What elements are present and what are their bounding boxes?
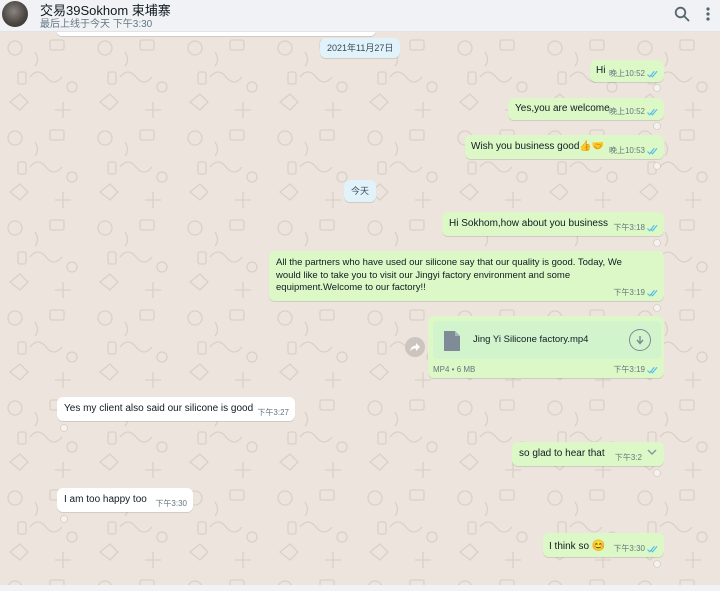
message-time: 下午3:2 xyxy=(614,453,642,462)
message-time: 晚上10:52 xyxy=(608,69,645,78)
message-meta: 下午3:19 xyxy=(613,287,658,298)
read-tick-icon xyxy=(647,289,658,297)
incoming-message[interactable]: Yes my client also said our silicone is … xyxy=(57,397,295,421)
message-time: 晚上10:53 xyxy=(608,146,645,155)
outgoing-message[interactable]: Yes,you are welcome 晚上10:52 xyxy=(508,98,664,120)
message-meta: 下午3:30 xyxy=(613,543,658,554)
chat-area[interactable]: 2021年11月27日 Hi 晚上10:52 Yes,you are welco… xyxy=(0,32,720,585)
read-tick-icon xyxy=(647,108,658,116)
file-icon xyxy=(444,331,460,351)
forward-icon xyxy=(410,343,420,352)
message-meta: 下午3:2 xyxy=(615,452,642,463)
message-line: All the partners who have used our silic… xyxy=(276,257,622,268)
message-text: All the partners who have used our silic… xyxy=(276,257,657,295)
message-time: 下午3:27 xyxy=(257,408,289,417)
last-seen-status: 最后上线于今天 下午3:30 xyxy=(40,19,153,30)
react-icon[interactable] xyxy=(652,560,662,568)
message-line: would like to take you to visit our Jing… xyxy=(276,269,571,281)
read-tick-icon xyxy=(647,70,658,78)
react-icon[interactable] xyxy=(59,424,69,432)
forward-button[interactable] xyxy=(405,337,425,357)
message-time: 下午3:30 xyxy=(613,544,645,553)
incoming-message[interactable]: I am too happy too 下午3:30 xyxy=(57,488,193,512)
message-meta: 晚上10:52 xyxy=(609,68,658,79)
react-icon[interactable] xyxy=(59,515,69,523)
outgoing-message[interactable]: Wish you business good👍🤝 晚上10:53 xyxy=(465,135,664,159)
react-icon[interactable] xyxy=(652,122,662,130)
chat-header: 交易39Sokhom 束埔寨 最后上线于今天 下午3:30 xyxy=(0,0,720,32)
message-meta: 下午3:19 xyxy=(613,364,658,375)
date-chip: 2021年11月27日 xyxy=(320,38,401,58)
emoji: 👍🤝 xyxy=(579,141,605,152)
read-tick-icon xyxy=(647,147,658,155)
react-icon[interactable] xyxy=(652,304,662,312)
message-text: I think so 😊 xyxy=(549,539,606,552)
avatar[interactable] xyxy=(2,1,28,27)
search-icon[interactable] xyxy=(672,4,692,24)
file-name: Jing Yi Silicone factory.mp4 xyxy=(473,334,589,345)
message-time: 下午3:19 xyxy=(613,288,645,297)
message-meta: 下午3:18 xyxy=(613,222,658,233)
read-tick-icon xyxy=(647,366,658,374)
outgoing-message[interactable]: All the partners who have used our silic… xyxy=(269,251,664,301)
message-meta: 下午3:30 xyxy=(155,498,187,509)
file-card[interactable]: Jing Yi Silicone factory.mp4 xyxy=(433,321,661,359)
read-tick-icon xyxy=(647,224,658,232)
message-text: so glad to hear that xyxy=(519,448,605,459)
message-text: Wish you business good👍🤝 xyxy=(471,141,604,152)
read-tick-icon xyxy=(647,545,658,553)
message-meta: 下午3:27 xyxy=(257,407,289,418)
react-icon[interactable] xyxy=(652,162,662,170)
message-bubble-partial xyxy=(56,32,376,36)
message-meta: 晚上10:53 xyxy=(609,145,658,156)
file-info: MP4 • 6 MB xyxy=(433,365,476,374)
message-text: I am too happy too xyxy=(64,494,147,505)
message-text: Hi xyxy=(596,65,606,76)
file-message[interactable]: Jing Yi Silicone factory.mp4 MP4 • 6 MB … xyxy=(428,316,664,378)
emoji: 😊 xyxy=(591,540,606,552)
message-text: Yes,you are welcome xyxy=(515,103,610,114)
message-time: 下午3:19 xyxy=(613,365,645,374)
message-line: equipment.Welcome to our factory!! xyxy=(276,282,426,293)
message-time: 晚上10:52 xyxy=(608,107,645,116)
outgoing-message[interactable]: so glad to hear that 下午3:2 xyxy=(512,442,664,466)
date-chip: 今天 xyxy=(344,180,377,202)
message-meta: 晚上10:52 xyxy=(609,106,658,117)
message-time: 下午3:18 xyxy=(613,223,645,232)
react-icon[interactable] xyxy=(652,239,662,247)
react-icon[interactable] xyxy=(652,469,662,477)
message-text: Yes my client also said our silicone is … xyxy=(64,403,254,414)
download-button[interactable] xyxy=(629,329,651,351)
download-icon xyxy=(636,335,644,345)
outgoing-message[interactable]: Hi Sokhom,how about you business 下午3:18 xyxy=(442,212,664,236)
menu-icon[interactable] xyxy=(698,4,718,24)
outgoing-message[interactable]: Hi 晚上10:52 xyxy=(590,60,664,82)
message-time: 下午3:30 xyxy=(155,499,187,508)
message-text-body: Wish you business good xyxy=(471,141,580,152)
message-text: Hi Sokhom,how about you business xyxy=(449,218,608,229)
chevron-down-icon[interactable] xyxy=(645,447,659,457)
compose-bar-edge xyxy=(0,585,720,591)
react-icon[interactable] xyxy=(652,84,662,92)
outgoing-message[interactable]: I think so 😊 下午3:30 xyxy=(543,533,664,557)
message-text-body: I think so xyxy=(549,541,590,552)
